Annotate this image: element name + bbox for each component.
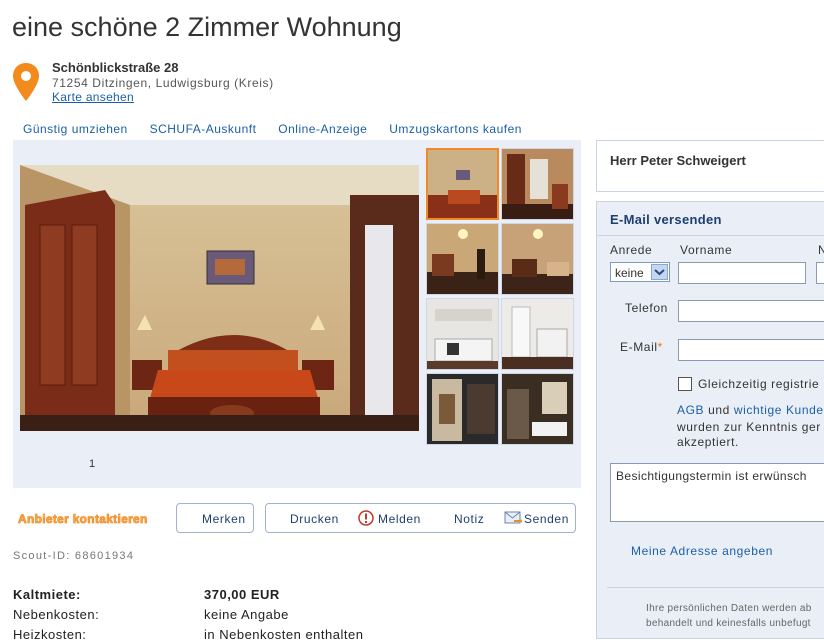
telefon-label: Telefon xyxy=(625,301,668,315)
required-mark: * xyxy=(657,340,663,354)
contact-name: Herr Peter Schweigert xyxy=(610,153,746,168)
print-button[interactable]: Drucken xyxy=(290,512,339,526)
address-link[interactable]: Meine Adresse angeben xyxy=(631,544,773,558)
agb-line-3: akzeptiert. xyxy=(677,435,739,449)
action-toolbar: Drucken Melden Notiz Senden xyxy=(265,503,576,533)
email-form: E-Mail versenden Anrede Vorname N keine … xyxy=(596,201,824,639)
telefon-input[interactable] xyxy=(678,300,824,322)
agb-line: AGB und wichtige Kunde xyxy=(677,403,824,417)
address-city: 71254 Ditzingen, Ludwigsburg (Kreis) xyxy=(52,76,274,90)
policy-link[interactable]: wichtige Kunde xyxy=(734,403,824,417)
cost-label: Nebenkosten: xyxy=(13,607,100,622)
gallery-thumb[interactable] xyxy=(501,298,574,370)
contact-card: Herr Peter Schweigert xyxy=(596,140,824,192)
nav-umzugskartons[interactable]: Umzugskartons kaufen xyxy=(389,122,522,136)
nav-online-anzeige[interactable]: Online-Anzeige xyxy=(278,122,367,136)
chevron-down-icon xyxy=(651,264,668,280)
nav-guenstig-umziehen[interactable]: Günstig umziehen xyxy=(23,122,128,136)
register-checkbox-label: Gleichzeitig registrie xyxy=(698,377,820,391)
message-text: Besichtigungstermin ist erwünsch xyxy=(616,469,807,483)
scout-id: Scout-ID: 68601934 xyxy=(13,550,135,562)
envelope-icon xyxy=(504,510,522,529)
gallery-thumb[interactable] xyxy=(426,148,499,220)
cost-value: in Nebenkosten enthalten xyxy=(204,627,364,642)
note-button[interactable]: Notiz xyxy=(454,512,484,526)
agb-link[interactable]: AGB xyxy=(677,403,704,417)
send-button[interactable]: Senden xyxy=(524,512,569,526)
anrede-select-value: keine xyxy=(615,266,644,280)
cost-value: 370,00 EUR xyxy=(204,587,280,602)
anrede-select[interactable]: keine xyxy=(610,262,670,282)
map-link[interactable]: Karte ansehen xyxy=(52,90,134,104)
gallery-thumb[interactable] xyxy=(426,223,499,295)
vorname-label: Vorname xyxy=(680,243,733,257)
alert-icon xyxy=(358,510,374,529)
gallery-thumb[interactable] xyxy=(501,148,574,220)
map-pin-icon xyxy=(13,63,39,101)
email-label: E-Mail* xyxy=(620,340,663,354)
email-input[interactable] xyxy=(678,339,824,361)
message-textarea[interactable]: Besichtigungstermin ist erwünsch xyxy=(610,463,824,522)
cost-value: keine Angabe xyxy=(204,607,289,622)
service-nav: Günstig umziehen SCHUFA-Auskunft Online-… xyxy=(23,122,540,136)
gallery-page-number: 1 xyxy=(89,458,96,470)
register-checkbox[interactable] xyxy=(678,377,692,391)
email-form-heading: E-Mail versenden xyxy=(610,212,722,227)
cost-label: Heizkosten: xyxy=(13,627,87,642)
main-photo[interactable] xyxy=(20,165,419,431)
save-button[interactable]: Merken xyxy=(176,503,254,533)
save-button-label: Merken xyxy=(202,512,246,526)
nav-schufa-auskunft[interactable]: SCHUFA-Auskunft xyxy=(150,122,257,136)
page-title: eine schöne 2 Zimmer Wohnung xyxy=(12,12,402,42)
anrede-label: Anrede xyxy=(610,243,653,257)
agb-and: und xyxy=(708,403,730,417)
report-button[interactable]: Melden xyxy=(378,512,421,526)
gallery-thumb[interactable] xyxy=(501,373,574,445)
privacy-line-2: behandelt und keinesfalls unbefugt xyxy=(646,618,811,629)
privacy-line-1: Ihre persönlichen Daten werden ab xyxy=(646,603,812,614)
contact-provider-link[interactable]: Anbieter kontaktieren xyxy=(18,512,148,527)
divider xyxy=(607,587,824,588)
nachname-input[interactable] xyxy=(816,262,824,284)
vorname-input[interactable] xyxy=(678,262,806,284)
gallery-thumb[interactable] xyxy=(426,373,499,445)
address-street: Schönblickstraße 28 xyxy=(52,60,179,75)
divider xyxy=(597,235,824,236)
nachname-label: N xyxy=(818,243,824,257)
gallery-thumb[interactable] xyxy=(426,298,499,370)
gallery-thumb[interactable] xyxy=(501,223,574,295)
email-label-text: E-Mail xyxy=(620,340,658,354)
cost-label: Kaltmiete: xyxy=(13,587,81,602)
agb-line-2: wurden zur Kenntnis ger xyxy=(677,420,821,434)
